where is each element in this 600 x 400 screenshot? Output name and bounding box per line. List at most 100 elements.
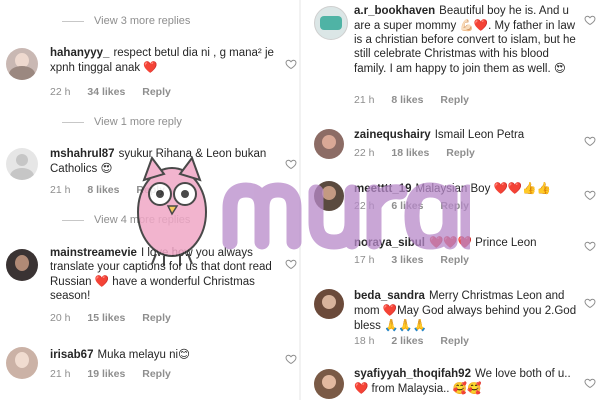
- heart-outline-icon[interactable]: [285, 353, 297, 365]
- avatar[interactable]: [6, 249, 38, 281]
- username-link[interactable]: mshahrul87: [50, 148, 115, 160]
- username-link[interactable]: zainequshairy: [354, 129, 431, 141]
- avatar-logo: [320, 16, 342, 30]
- view-more-replies-1[interactable]: View 3 more replies: [62, 15, 190, 27]
- reply-button[interactable]: Reply: [440, 254, 469, 266]
- smile-emoji: 😊: [178, 347, 191, 361]
- username-link[interactable]: a.r_bookhaven: [354, 5, 435, 17]
- timestamp: 22 h: [50, 86, 71, 98]
- view-more-replies-2[interactable]: View 1 more reply: [62, 116, 182, 128]
- reply-button[interactable]: Reply: [142, 86, 171, 98]
- comment-meta: 21 h 8 likes Reply: [354, 94, 483, 106]
- username-link[interactable]: mainstreamevie: [50, 247, 137, 259]
- comment-text: irisab67 Muka melayu ni😊: [50, 347, 191, 361]
- heart-outline-icon[interactable]: [285, 58, 297, 70]
- comment-meta: 21 h 19 likes Reply: [50, 368, 185, 380]
- heart-emoji: ❤️: [354, 381, 369, 395]
- likes-count[interactable]: 3 likes: [391, 254, 423, 266]
- heart-outline-icon[interactable]: [584, 377, 596, 389]
- heart-eyes-emoji: 😍: [553, 61, 566, 75]
- avatar-body: [9, 66, 35, 80]
- comment-meta: 21 h 8 likes Reply: [50, 184, 179, 196]
- comment-meta: 22 h 34 likes Reply: [50, 86, 185, 98]
- avatar[interactable]: [314, 369, 344, 399]
- avatar-face: [15, 352, 29, 368]
- left-comments-panel: View 3 more replies hahanyyy_ respect bet…: [0, 0, 300, 400]
- likes-count[interactable]: 18 likes: [391, 147, 429, 159]
- reply-button[interactable]: Reply: [142, 312, 171, 324]
- avatar[interactable]: [6, 347, 38, 379]
- comment-text: zainequshairy Ismail Leon Petra: [354, 129, 525, 141]
- flex-heart-emoji: 💪🏻❤️: [459, 18, 489, 32]
- reply-button[interactable]: Reply: [440, 335, 469, 347]
- heart-outline-icon[interactable]: [285, 258, 297, 270]
- heart-outline-icon[interactable]: [584, 14, 596, 26]
- likes-count[interactable]: 34 likes: [87, 86, 125, 98]
- heart-emoji: ❤️: [143, 60, 158, 74]
- likes-count[interactable]: 6 likes: [391, 200, 423, 212]
- username-link[interactable]: syafiyyah_thoqifah92: [354, 368, 471, 380]
- divider-line: [62, 20, 84, 22]
- comment-text: mainstreamevie I love how you always tran…: [50, 247, 272, 302]
- comment-text: mshahrul87 syukur Rihana & Leon bukan Cat…: [50, 148, 267, 175]
- pray-emoji: 🙏🙏🙏: [384, 318, 428, 332]
- avatar-face: [322, 375, 336, 389]
- divider-line: [62, 121, 84, 123]
- hearts-emoji: ❤️❤️❤️: [428, 235, 472, 249]
- likes-count[interactable]: 19 likes: [87, 368, 125, 380]
- timestamp: 22 h: [354, 147, 375, 159]
- reply-button[interactable]: Reply: [142, 368, 171, 380]
- comment-text: noraya_sibul ❤️❤️❤️ Prince Leon: [354, 235, 537, 249]
- right-comments-panel: a.r_bookhaven Beautiful boy he is. And u …: [300, 0, 600, 400]
- avatar[interactable]: [6, 48, 38, 80]
- comment-text: meetttt_19 Malaysian Boy ❤️❤️👍👍: [354, 181, 551, 195]
- reply-button[interactable]: Reply: [440, 94, 469, 106]
- comment-text: hahanyyy_ respect betul dia ni , g mana² …: [50, 47, 274, 74]
- username-link[interactable]: hahanyyy_: [50, 47, 109, 59]
- username-link[interactable]: noraya_sibul: [354, 237, 425, 249]
- comment-meta: 22 h 6 likes Reply: [354, 200, 483, 212]
- heart-outline-icon[interactable]: [584, 240, 596, 252]
- likes-count[interactable]: 2 likes: [391, 335, 423, 347]
- heart-outline-icon[interactable]: [584, 135, 596, 147]
- avatar[interactable]: [314, 6, 348, 40]
- username-link[interactable]: irisab67: [50, 349, 93, 361]
- comment-text: syafiyyah_thoqifah92 We love both of u.. …: [354, 368, 571, 395]
- comment-meta: 17 h 3 likes Reply: [354, 254, 483, 266]
- avatar[interactable]: [314, 289, 344, 319]
- timestamp: 20 h: [50, 312, 71, 324]
- reply-button[interactable]: Reply: [446, 147, 475, 159]
- timestamp: 17 h: [354, 254, 375, 266]
- comment-text: beda_sandra Merry Christmas Leon and mom …: [354, 290, 577, 332]
- reply-button[interactable]: Reply: [136, 184, 165, 196]
- timestamp: 18 h: [354, 335, 375, 347]
- avatar-head: [16, 154, 28, 166]
- avatar-face: [322, 135, 336, 149]
- comment-text: a.r_bookhaven Beautiful boy he is. And u …: [354, 5, 576, 75]
- heart-eyes-emoji: 😍: [100, 161, 113, 175]
- timestamp: 21 h: [50, 184, 71, 196]
- comment-meta: 20 h 15 likes Reply: [50, 312, 185, 324]
- view-more-replies-3[interactable]: View 4 more replies: [62, 214, 190, 226]
- avatar[interactable]: [314, 129, 344, 159]
- divider-line: [62, 219, 84, 221]
- avatar[interactable]: [314, 181, 344, 211]
- avatar-shoulders: [10, 168, 34, 180]
- heart-outline-icon[interactable]: [584, 189, 596, 201]
- timestamp: 21 h: [354, 94, 375, 106]
- avatar-default[interactable]: [6, 148, 38, 180]
- timestamp: 21 h: [50, 368, 71, 380]
- reply-button[interactable]: Reply: [440, 200, 469, 212]
- timestamp: 22 h: [354, 200, 375, 212]
- username-link[interactable]: beda_sandra: [354, 290, 425, 302]
- heart-outline-icon[interactable]: [285, 158, 297, 170]
- likes-count[interactable]: 8 likes: [391, 94, 423, 106]
- likes-count[interactable]: 15 likes: [87, 312, 125, 324]
- comment-meta: 18 h 2 likes Reply: [354, 335, 483, 347]
- hearts-thumbs-emoji: ❤️❤️👍👍: [493, 181, 551, 195]
- username-link[interactable]: meetttt_19: [354, 183, 412, 195]
- comment-meta: 22 h 18 likes Reply: [354, 147, 489, 159]
- heart-emoji: ❤️: [382, 303, 398, 317]
- likes-count[interactable]: 8 likes: [87, 184, 119, 196]
- heart-outline-icon[interactable]: [584, 297, 596, 309]
